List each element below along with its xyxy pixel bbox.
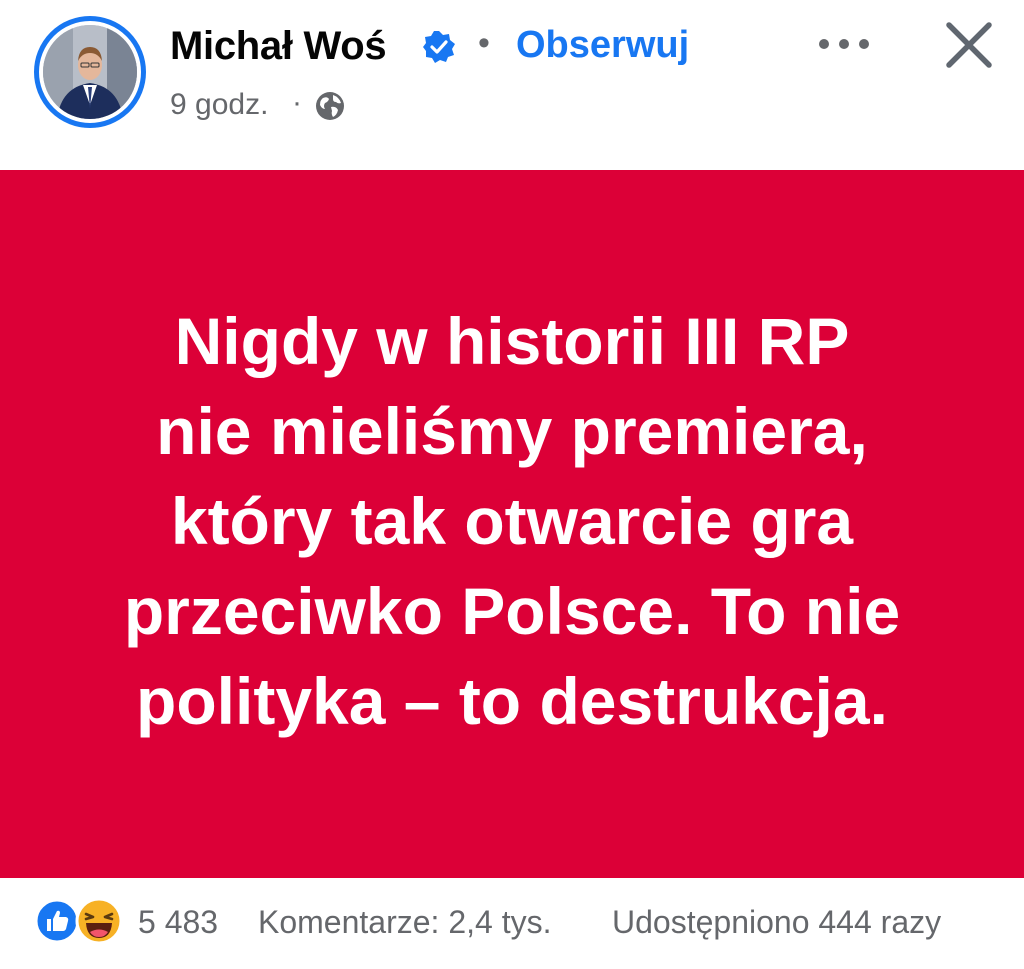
haha-icon[interactable] [74, 896, 124, 946]
globe-icon [316, 92, 344, 120]
follow-button[interactable]: Obserwuj [516, 24, 689, 67]
avatar[interactable] [34, 16, 146, 128]
close-icon[interactable] [940, 16, 998, 74]
post-header: Michał Woś • Obserwuj 9 godz. · [0, 0, 1024, 168]
post-image[interactable]: Nigdy w historii III RP nie mieliśmy pre… [0, 170, 1024, 878]
post-text: Nigdy w historii III RP nie mieliśmy pre… [123, 304, 901, 738]
more-options-icon[interactable] [812, 22, 876, 66]
time-separator: · [292, 86, 302, 119]
reaction-count[interactable]: 5 483 [138, 904, 218, 941]
verified-badge-icon [423, 31, 455, 63]
author-name[interactable]: Michał Woś [170, 24, 387, 69]
avatar-photo [43, 25, 137, 119]
comments-count[interactable]: Komentarze: 2,4 tys. [258, 904, 551, 941]
post-time[interactable]: 9 godz. [170, 88, 268, 122]
shares-count[interactable]: Udostępniono 444 razy [612, 904, 941, 941]
header-separator: • [478, 24, 490, 62]
